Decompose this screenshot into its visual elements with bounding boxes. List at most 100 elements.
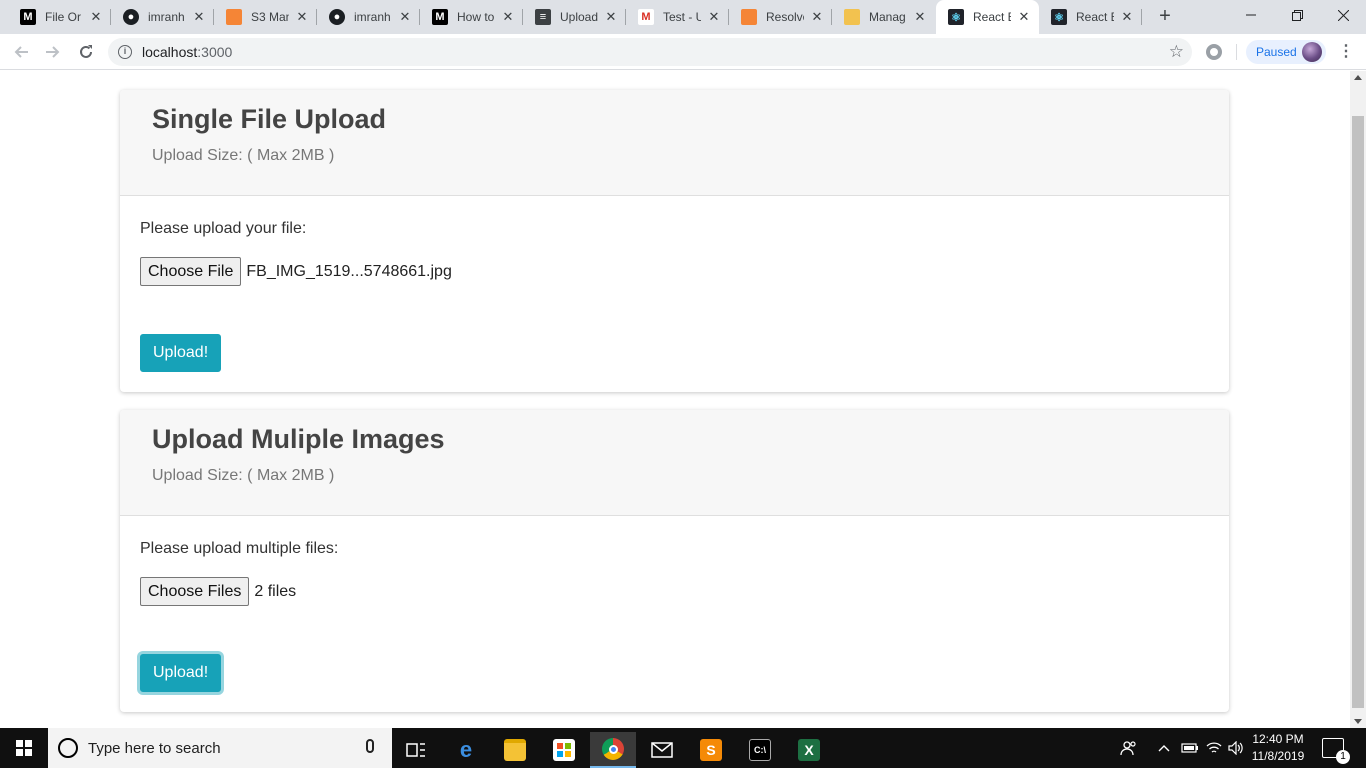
file-input[interactable]: Choose File FB_IMG_1519...5748661.jpg	[140, 257, 452, 286]
taskbar-file-explorer[interactable]	[492, 732, 538, 768]
upload-multiple-button[interactable]: Upload!	[140, 654, 222, 692]
browser-tab[interactable]: M How to ✕	[420, 0, 523, 34]
microphone-icon[interactable]	[366, 739, 374, 753]
browser-tab[interactable]: ⚛ React B ✕	[1039, 0, 1142, 34]
taskbar-chrome[interactable]	[590, 732, 636, 768]
task-view-icon	[406, 743, 425, 757]
battery-button[interactable]	[1181, 728, 1199, 768]
react-icon: ⚛	[948, 9, 964, 25]
document-icon: ≡	[535, 9, 551, 25]
scroll-down-arrow-icon[interactable]	[1354, 719, 1362, 724]
windows-logo-icon	[16, 740, 32, 756]
choose-files-button[interactable]: Choose Files	[140, 577, 250, 606]
upload-button[interactable]: Upload!	[140, 334, 222, 372]
close-icon[interactable]: ✕	[810, 10, 824, 24]
close-icon[interactable]: ✕	[604, 10, 618, 24]
taskbar-mail[interactable]	[639, 732, 685, 768]
edge-icon: e	[459, 737, 473, 762]
people-button[interactable]	[1120, 728, 1138, 768]
close-icon[interactable]: ✕	[501, 10, 515, 24]
close-icon[interactable]: ✕	[89, 10, 103, 24]
battery-icon	[1181, 743, 1198, 753]
gmail-icon: M	[638, 9, 654, 25]
browser-tab[interactable]: ● imranh ✕	[111, 0, 214, 34]
close-icon[interactable]: ✕	[707, 10, 721, 24]
close-icon	[1337, 9, 1349, 21]
network-button[interactable]	[1206, 728, 1222, 768]
back-button[interactable]	[10, 41, 32, 63]
close-icon[interactable]: ✕	[913, 10, 927, 24]
card-body: Please upload multiple files: Choose Fil…	[120, 516, 1229, 712]
start-button[interactable]	[0, 728, 48, 768]
page-scrollbar[interactable]	[1350, 71, 1366, 728]
tab-title: Resolve	[766, 10, 804, 24]
chosen-file-name: FB_IMG_1519...5748661.jpg	[246, 262, 452, 280]
aws-icon	[741, 9, 757, 25]
browser-tab[interactable]: M File Or ✕	[8, 0, 111, 34]
card-title: Single File Upload	[152, 104, 387, 134]
url-text[interactable]: localhost:3000	[142, 44, 232, 60]
arrow-right-icon	[46, 46, 60, 58]
browser-tab[interactable]: M Test - U ✕	[626, 0, 729, 34]
box-icon	[844, 9, 860, 25]
action-center-button[interactable]: 1	[1322, 738, 1350, 764]
system-clock[interactable]: 12:40 PM 11/8/2019	[1246, 731, 1310, 765]
close-icon[interactable]: ✕	[398, 10, 412, 24]
minimize-icon	[1246, 14, 1256, 16]
sublime-text-icon: S	[700, 739, 722, 761]
browser-tab[interactable]: ● imranh ✕	[317, 0, 420, 34]
info-icon[interactable]: i	[118, 45, 132, 59]
browser-toolbar: i localhost:3000 ☆	[0, 34, 1366, 70]
tab-title: imranh	[148, 10, 185, 24]
field-label: Please upload multiple files:	[140, 540, 339, 557]
close-icon[interactable]: ✕	[295, 10, 309, 24]
browser-tab[interactable]: Resolve ✕	[729, 0, 832, 34]
close-icon[interactable]: ✕	[192, 10, 206, 24]
close-icon[interactable]: ✕	[1120, 10, 1134, 24]
minimize-button[interactable]	[1228, 0, 1274, 30]
show-hidden-icons-button[interactable]	[1158, 728, 1170, 768]
close-icon[interactable]: ✕	[1017, 10, 1031, 24]
taskbar-search[interactable]: Type here to search	[48, 728, 392, 768]
restore-button[interactable]	[1274, 0, 1320, 30]
taskbar-excel[interactable]: X	[786, 732, 832, 768]
extension-icon[interactable]	[1206, 44, 1222, 60]
browser-menu-button[interactable]: ⋮	[1338, 42, 1354, 62]
reload-button[interactable]	[75, 41, 97, 63]
chosen-files-count: 2 files	[254, 582, 297, 600]
close-window-button[interactable]	[1320, 0, 1366, 30]
tab-title: React B	[1076, 10, 1114, 24]
browser-tab[interactable]: S3 Man ✕	[214, 0, 317, 34]
new-tab-button[interactable]: +	[1155, 6, 1175, 27]
notification-count-badge: 1	[1336, 750, 1350, 764]
avatar	[1302, 42, 1322, 62]
bookmark-star-icon[interactable]: ☆	[1169, 42, 1184, 62]
card-header: Single File Upload Upload Size: ( Max 2M…	[120, 90, 1229, 196]
volume-button[interactable]	[1228, 728, 1244, 768]
toolbar-divider	[1236, 44, 1237, 60]
tab-title: Manag	[869, 10, 906, 24]
browser-tab[interactable]: Manag ✕	[832, 0, 935, 34]
field-label: Please upload your file:	[140, 220, 307, 237]
card-subtitle: Upload Size: ( Max 2MB )	[152, 467, 335, 484]
taskbar-edge[interactable]: e	[443, 732, 489, 768]
choose-file-button[interactable]: Choose File	[140, 257, 242, 286]
scrollbar-thumb[interactable]	[1352, 116, 1364, 708]
address-bar[interactable]: i localhost:3000 ☆	[108, 38, 1192, 66]
files-input[interactable]: Choose Files 2 files	[140, 577, 296, 606]
github-icon: ●	[329, 9, 345, 25]
arrow-left-icon	[14, 46, 28, 58]
taskbar-store[interactable]	[541, 732, 587, 768]
scroll-up-arrow-icon[interactable]	[1354, 75, 1362, 80]
taskbar-sublime[interactable]: S	[688, 732, 734, 768]
profile-button[interactable]: Paused	[1246, 40, 1326, 64]
browser-tab[interactable]: ≡ Upload ✕	[523, 0, 626, 34]
tab-strip: M File Or ✕ ● imranh ✕ S3 Man ✕ ● imranh…	[0, 0, 1366, 34]
forward-button[interactable]	[42, 41, 64, 63]
browser-tab-active[interactable]: ⚛ React B ✕	[936, 0, 1039, 34]
tab-title: How to	[457, 10, 495, 24]
taskbar-terminal[interactable]: C:\	[737, 732, 783, 768]
aws-icon	[226, 9, 242, 25]
search-placeholder: Type here to search	[88, 740, 221, 757]
task-view-button[interactable]	[393, 732, 439, 768]
